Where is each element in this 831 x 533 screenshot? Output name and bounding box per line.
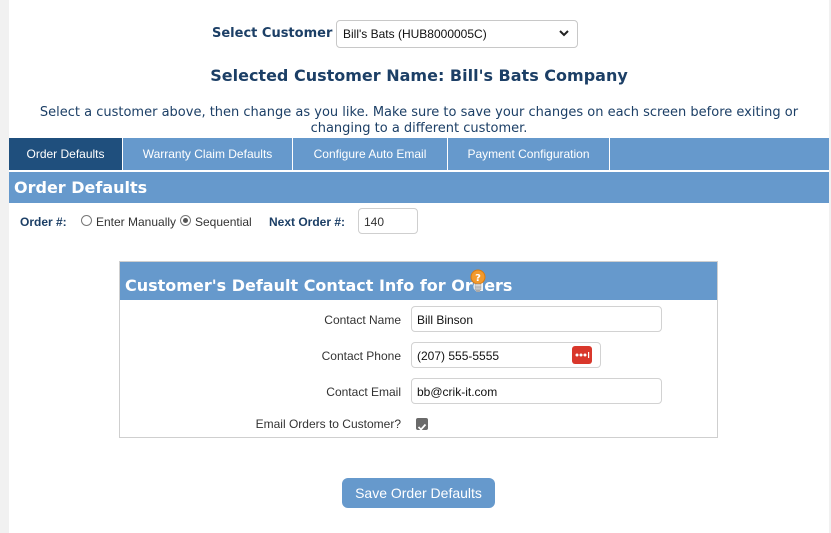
contact-info-header: Customer's Default Contact Info for Orde… (120, 262, 717, 300)
contact-phone-input[interactable]: (207) 555-5555 (411, 342, 601, 368)
email-orders-label: Email Orders to Customer? (255, 417, 401, 431)
password-manager-icon[interactable] (572, 346, 592, 364)
tab-configure-auto-email[interactable]: Configure Auto Email (293, 138, 448, 170)
contact-phone-value: (207) 555-5555 (417, 349, 500, 363)
tab-payment-configuration[interactable]: Payment Configuration (448, 138, 610, 170)
customer-select-row: Select Customer Bill's Bats (HUB8000005C… (9, 20, 829, 48)
svg-text:?: ? (475, 273, 481, 284)
save-order-defaults-button[interactable]: Save Order Defaults (342, 478, 495, 508)
lightbulb-icon[interactable]: ? (470, 269, 486, 293)
radio-sequential-label: Sequential (195, 215, 252, 229)
chevron-down-icon (559, 30, 569, 37)
customer-select[interactable]: Bill's Bats (HUB8000005C) (336, 20, 578, 48)
intro-text: Select a customer above, then change as … (39, 105, 799, 136)
contact-name-label: Contact Name (324, 313, 401, 327)
tab-warranty-claim-defaults[interactable]: Warranty Claim Defaults (123, 138, 293, 170)
next-order-label: Next Order #: (269, 215, 346, 229)
customer-select-value: Bill's Bats (HUB8000005C) (343, 27, 487, 41)
select-customer-label: Select Customer (212, 26, 333, 41)
page: Select Customer Bill's Bats (HUB8000005C… (9, 0, 829, 533)
contact-info-title: Customer's Default Contact Info for Orde… (125, 276, 513, 295)
section-header: Order Defaults (9, 172, 829, 203)
order-number-row: Order #: Enter Manually Sequential Next … (20, 208, 820, 234)
contact-email-input[interactable]: bb@crik-it.com (411, 378, 662, 404)
section-title: Order Defaults (14, 178, 148, 197)
next-order-input[interactable]: 140 (358, 208, 418, 234)
tab-bar: Order Defaults Warranty Claim Defaults C… (9, 138, 829, 170)
contact-phone-label: Contact Phone (321, 349, 401, 363)
radio-enter-manually-label: Enter Manually (96, 215, 177, 229)
contact-name-input[interactable]: Bill Binson (411, 306, 662, 332)
radio-sequential[interactable] (180, 215, 191, 226)
tab-order-defaults[interactable]: Order Defaults (9, 138, 123, 170)
contact-info-panel: Customer's Default Contact Info for Orde… (119, 261, 718, 438)
radio-enter-manually[interactable] (81, 215, 92, 226)
order-number-label: Order #: (20, 215, 67, 229)
contact-email-label: Contact Email (326, 385, 401, 399)
selected-customer-heading: Selected Customer Name: Bill's Bats Comp… (210, 66, 628, 85)
email-orders-checkbox[interactable] (416, 418, 428, 431)
check-icon (417, 423, 427, 431)
